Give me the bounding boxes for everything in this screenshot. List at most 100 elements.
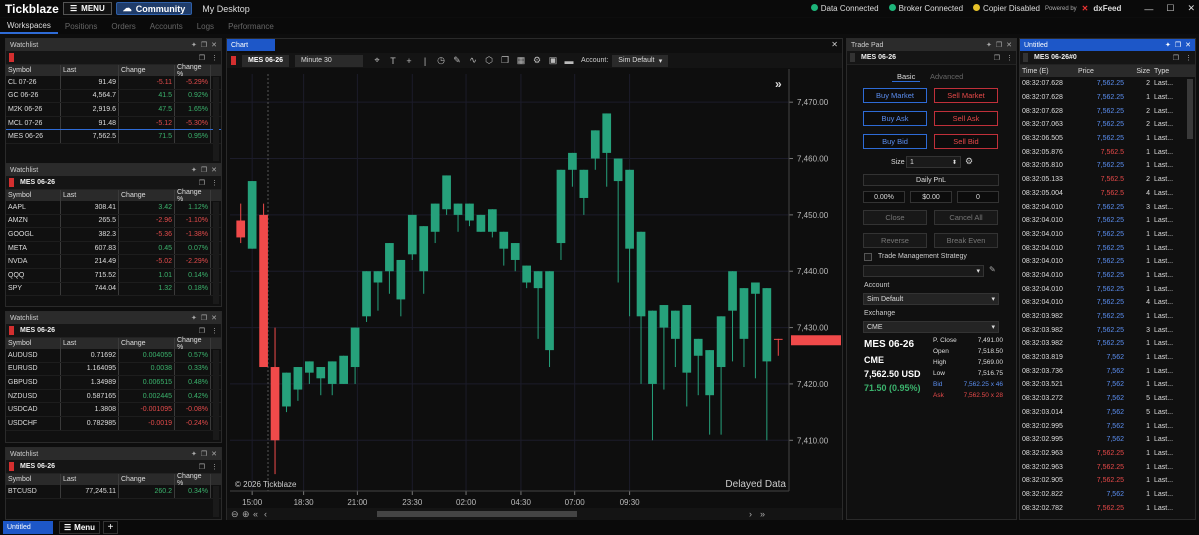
watchlist-row[interactable]: USDCAD 1.3808 -0.001095 -0.08% <box>6 403 221 417</box>
watchlist-row[interactable]: AUDUSD 0.71692 0.004055 0.57% <box>6 349 221 363</box>
scroll-end-icon[interactable]: » <box>760 509 765 519</box>
copy-icon[interactable]: ❐ <box>994 54 1000 62</box>
watchlist-row[interactable]: NZDUSD 0.587165 0.002445 0.42% <box>6 389 221 404</box>
watchlist-row[interactable]: BTCUSD 77,245.11 260.2 0.34% <box>6 485 221 499</box>
more-icon[interactable]: ⋮ <box>211 327 218 335</box>
close-icon[interactable]: ✕ <box>211 450 217 458</box>
tab-accounts[interactable]: Accounts <box>143 18 190 34</box>
link-color-icon[interactable] <box>850 53 855 62</box>
column-header[interactable]: Symbol <box>6 474 61 485</box>
column-header[interactable]: Change <box>119 338 175 349</box>
tab-positions[interactable]: Positions <box>58 18 104 34</box>
vertical-line-icon[interactable]: | <box>417 56 433 66</box>
pin-icon[interactable]: ✦ <box>986 41 992 49</box>
pin-icon[interactable]: ✦ <box>191 314 197 322</box>
trade-pad-symbol[interactable]: MES 06-26 <box>861 54 896 61</box>
grid-icon[interactable]: ▦ <box>513 55 529 66</box>
close-icon[interactable]: ✕ <box>1006 41 1012 49</box>
watchlist-row[interactable]: GC 06-26 4,564.7 41.5 0.92% <box>6 89 221 104</box>
zoom-out-icon[interactable]: ⊖ <box>231 509 239 519</box>
column-header[interactable]: Symbol <box>6 338 61 349</box>
add-tab-button[interactable]: + <box>103 521 119 534</box>
copy-icon[interactable]: ❐ <box>199 463 205 471</box>
scroll-left-icon[interactable]: ‹ <box>264 509 267 519</box>
restore-icon[interactable]: ❐ <box>201 41 207 49</box>
chart-close-icon[interactable]: ✕ <box>831 40 838 49</box>
clock-icon[interactable]: ◷ <box>433 55 449 66</box>
watchlist-row[interactable]: NVDA 214.49 -5.02 -2.29% <box>6 255 221 269</box>
desktop-tab[interactable]: Untitled <box>3 521 53 534</box>
pin-icon[interactable]: ✦ <box>191 41 197 49</box>
restore-icon[interactable]: ❐ <box>1175 41 1181 49</box>
buy-ask-button[interactable]: Buy Ask <box>863 111 927 126</box>
tab-orders[interactable]: Orders <box>104 18 142 34</box>
watchlist-row[interactable]: META 607.83 0.45 0.07% <box>6 241 221 256</box>
buy-market-button[interactable]: Buy Market <box>863 88 927 103</box>
link-color-icon[interactable] <box>9 53 14 62</box>
scrollbar-track[interactable] <box>213 350 219 440</box>
restore-icon[interactable]: ❐ <box>201 450 207 458</box>
restore-icon[interactable]: ❐ <box>201 314 207 322</box>
stepper-icon[interactable]: ⬍ <box>952 159 957 166</box>
tab-logs[interactable]: Logs <box>190 18 221 34</box>
minimize-icon[interactable]: — <box>1144 4 1153 14</box>
column-header[interactable]: Last <box>61 190 119 201</box>
link-color-icon[interactable] <box>9 462 14 471</box>
column-header[interactable]: Change % <box>175 189 211 203</box>
interval-select[interactable]: Minute 30 <box>295 54 364 67</box>
close-icon[interactable]: ✕ <box>211 314 217 322</box>
tms-checkbox[interactable] <box>864 253 872 261</box>
account-select[interactable]: Sim Default ▾ <box>863 293 999 305</box>
more-icon[interactable]: ⋮ <box>211 463 218 471</box>
link-color-icon[interactable] <box>1023 53 1028 62</box>
close-position-button[interactable]: Close <box>863 210 927 225</box>
more-icon[interactable]: ⋮ <box>1006 54 1013 62</box>
copy-icon[interactable]: ❐ <box>497 55 513 66</box>
break-even-button[interactable]: Break Even <box>934 233 998 248</box>
text-icon[interactable]: T <box>385 56 401 66</box>
crosshair-icon[interactable]: ⌖ <box>369 55 385 66</box>
save-icon[interactable]: ▬ <box>561 56 577 66</box>
column-header[interactable]: Last <box>61 65 119 76</box>
copy-icon[interactable]: ❐ <box>199 54 205 62</box>
chart-tab[interactable]: Chart <box>227 39 275 51</box>
watchlist-symbol[interactable]: MES 06-26 <box>20 179 55 186</box>
candlestick-chart[interactable]: 7,470.00 7,460.00 7,450.00 7,440.00 7,430.00… <box>227 69 842 521</box>
watchlist-row[interactable]: SPY 744.04 1.32 0.18% <box>6 282 221 297</box>
column-header[interactable]: Symbol <box>6 65 61 76</box>
size-input[interactable]: 1 ⬍ <box>906 156 961 168</box>
watchlist-symbol[interactable]: MES 06-26 <box>20 463 55 470</box>
watchlist-row[interactable]: USDCHF 0.782985 -0.0019 -0.24% <box>6 416 221 431</box>
close-icon[interactable]: ✕ <box>211 41 217 49</box>
cancel-all-button[interactable]: Cancel All <box>934 210 998 225</box>
cross-icon[interactable]: + <box>401 56 417 66</box>
watchlist-row[interactable]: GOOGL 382.3 -5.36 -1.38% <box>6 228 221 242</box>
scrollbar-track[interactable] <box>213 202 219 304</box>
bottom-menu-button[interactable]: ☰ Menu <box>59 521 101 534</box>
restore-icon[interactable]: ❐ <box>996 41 1002 49</box>
watchlist-row[interactable]: EURUSD 1.164095 0.0038 0.33% <box>6 362 221 377</box>
scroll-start-icon[interactable]: « <box>253 509 258 519</box>
scroll-right-icon[interactable]: › <box>749 509 752 519</box>
column-header[interactable]: Change <box>119 474 175 485</box>
maximize-icon[interactable]: ☐ <box>1166 3 1174 14</box>
trend-icon[interactable]: ∿ <box>465 55 481 66</box>
exchange-select[interactable]: CME ▾ <box>863 321 999 333</box>
close-icon[interactable]: ✕ <box>1187 3 1195 14</box>
close-icon[interactable]: ✕ <box>1185 41 1191 49</box>
watchlist-row[interactable]: AAPL 308.41 3.42 1.12% <box>6 201 221 215</box>
zoom-in-icon[interactable]: ⊕ <box>242 509 250 519</box>
pin-icon[interactable]: ✦ <box>1165 41 1171 49</box>
cube-icon[interactable]: ⬡ <box>481 55 497 66</box>
watchlist-row[interactable]: MCL 07-26 91.48 -5.12 -5.30% <box>6 116 221 131</box>
scrollbar-track[interactable] <box>213 486 219 517</box>
ts-column-header[interactable]: Time (E) <box>1020 68 1072 75</box>
watchlist-row[interactable]: AMZN 265.5 -2.96 -1.10% <box>6 214 221 229</box>
watchlist-row[interactable]: CL 07-26 91.49 -5.11 -5.29% <box>6 76 221 90</box>
column-header[interactable]: Last <box>61 338 119 349</box>
watchlist-row[interactable]: QQQ 715.52 1.01 0.14% <box>6 268 221 283</box>
link-color-icon[interactable] <box>231 56 236 65</box>
tab-workspaces[interactable]: Workspaces <box>0 18 58 34</box>
watchlist-row[interactable]: MES 06-26 7,562.5 71.5 0.95% <box>6 130 221 144</box>
sell-ask-button[interactable]: Sell Ask <box>934 111 998 126</box>
